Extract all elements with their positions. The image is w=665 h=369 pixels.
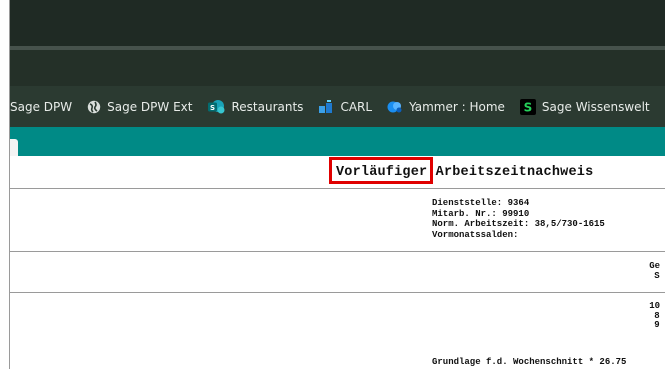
- yammer-icon: [387, 100, 403, 114]
- bookmark-yammer[interactable]: Yammer : Home: [387, 100, 505, 114]
- bookmark-label: Sage DPW: [10, 99, 73, 114]
- svg-text:S: S: [524, 100, 533, 114]
- vormonatssalden-line: Vormonatssalden:: [432, 229, 519, 240]
- bookmark-label: Yammer : Home: [409, 99, 505, 114]
- column-values: 10 8 9: [649, 301, 660, 331]
- bookmark-restaurants[interactable]: S Restaurants: [207, 99, 304, 114]
- divider: [10, 251, 665, 252]
- norm-arbeitszeit-line: Norm. Arbeitszeit: 38,5/730-1615: [432, 219, 605, 229]
- bookmark-sage-dpw[interactable]: Sage DPW: [10, 100, 72, 114]
- title-rest: Arbeitszeitnachweis: [435, 165, 594, 180]
- bookmark-label: Sage DPW Ext: [107, 99, 193, 114]
- employee-info: Dienststelle: 9364 Mitarb. Nr.: 99910 No…: [432, 198, 605, 240]
- bookmark-sage-wissenswelt[interactable]: S Sage Wissenswelt: [519, 98, 650, 115]
- svg-text:S: S: [210, 104, 215, 112]
- chart-icon: [318, 99, 334, 114]
- browser-toolbar: [10, 50, 665, 86]
- mitarb-line: Mitarb. Nr.: 99910: [432, 208, 530, 219]
- sage-icon: S: [519, 98, 536, 115]
- divider: [10, 188, 665, 189]
- bookmark-label: CARL: [340, 99, 373, 114]
- highlight-rectangle: [329, 157, 433, 184]
- active-tab-edge[interactable]: [10, 139, 18, 156]
- dienststelle-line: Dienststelle: 9364: [432, 198, 530, 208]
- bookmark-label: Restaurants: [231, 99, 304, 114]
- bookmark-label: Sage Wissenswelt: [541, 99, 650, 114]
- wochenschnitt-line: Grundlage f.d. Wochenschnitt * 26.75: [432, 357, 627, 367]
- value-line-3: 9: [654, 320, 660, 330]
- sharepoint-icon: S: [207, 99, 225, 114]
- bookmark-sage-dpw-ext[interactable]: Sage DPW Ext: [87, 100, 192, 114]
- bookmarks-bar: Sage DPW Sage DPW Ext S Restaurants CARL…: [10, 86, 665, 127]
- column-header-line-2: S: [654, 270, 660, 281]
- tab-strip: [10, 127, 665, 156]
- browser-titlebar: [10, 0, 665, 46]
- column-header: Ge S: [649, 261, 660, 281]
- divider: [10, 292, 665, 293]
- bookmark-carl[interactable]: CARL: [318, 99, 373, 114]
- globe-icon: [87, 100, 101, 114]
